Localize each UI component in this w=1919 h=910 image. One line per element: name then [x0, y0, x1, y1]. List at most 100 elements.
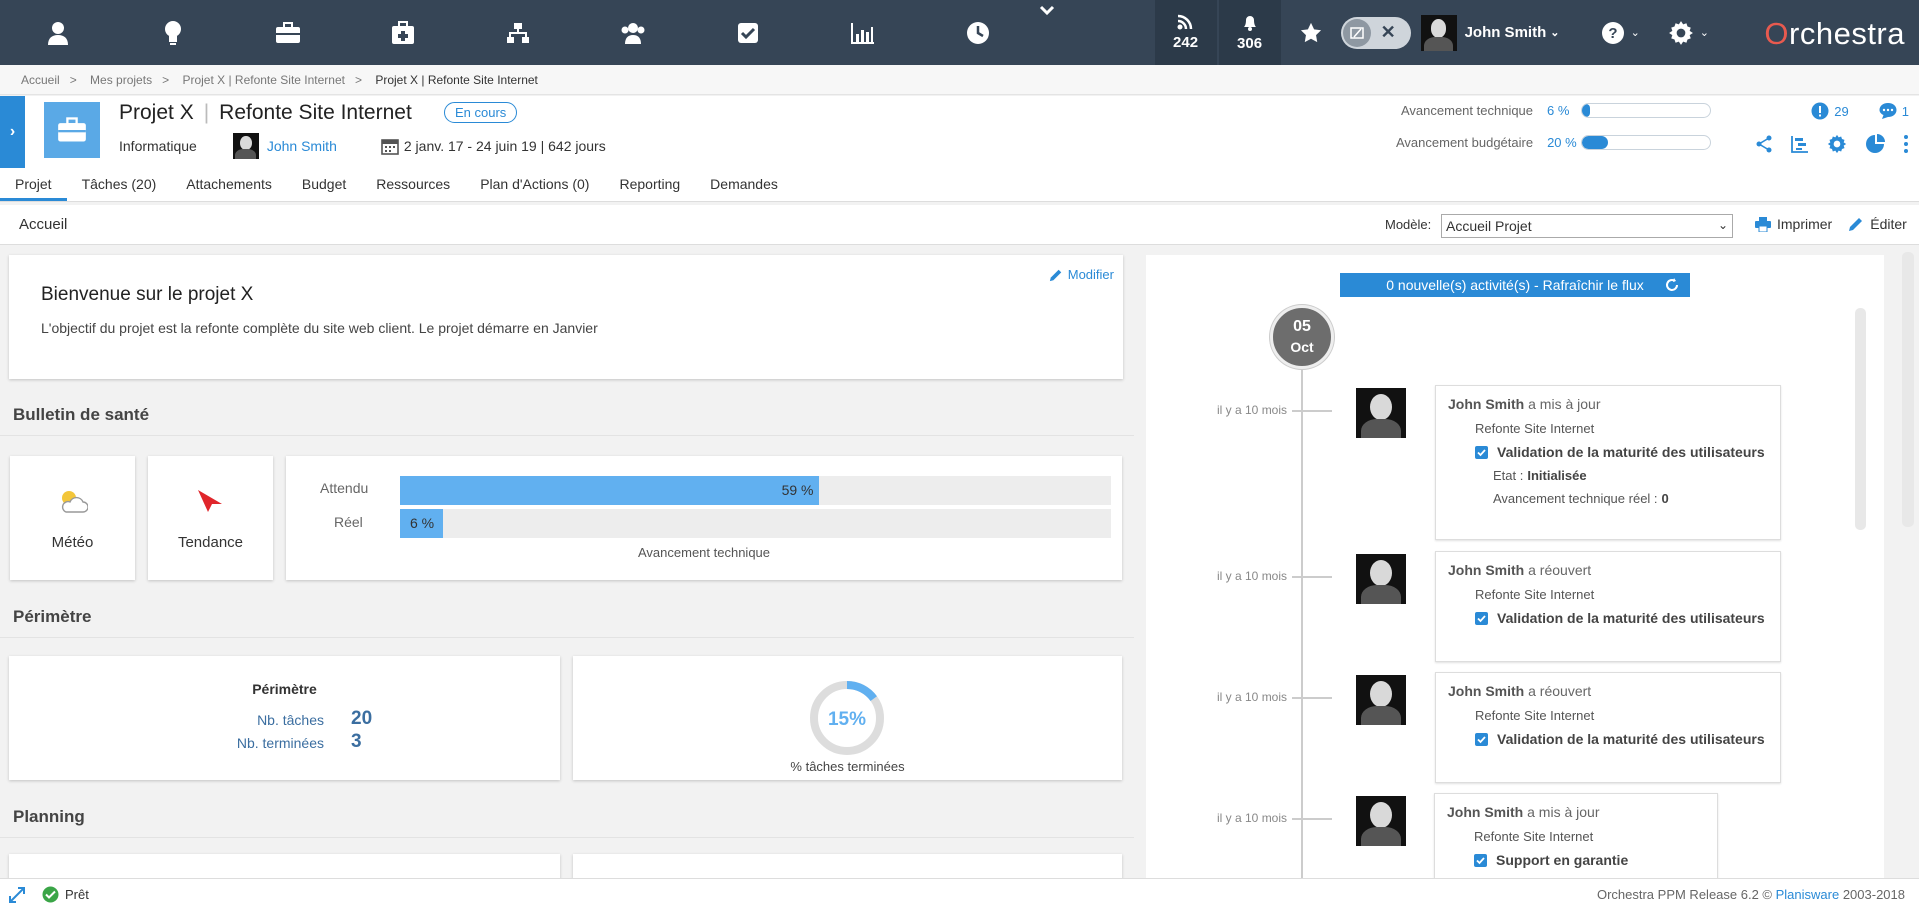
activity-user[interactable]: John Smith	[1448, 683, 1524, 699]
activity-project[interactable]: Refonte Site Internet	[1475, 587, 1768, 602]
edit-button[interactable]: Éditer	[1848, 216, 1907, 232]
settings-menu[interactable]: ⌄	[1668, 20, 1709, 46]
avancement-value: 0	[1661, 491, 1669, 506]
breadcrumb-my-projects[interactable]: Mes projets	[90, 73, 152, 87]
pencil-icon	[1849, 218, 1863, 231]
timeline-connector	[1292, 818, 1332, 820]
welcome-text: L'objectif du projet est la refonte comp…	[41, 320, 598, 336]
chevron-down-icon: ⌄	[1717, 218, 1728, 232]
help-menu[interactable]: ? ⌄	[1601, 21, 1640, 45]
gear-icon[interactable]	[1827, 134, 1847, 154]
project-name: Refonte Site Internet	[219, 101, 412, 124]
activity-project[interactable]: Refonte Site Internet	[1475, 421, 1768, 436]
nav-checkbox-icon[interactable]	[690, 0, 805, 65]
task-check-icon	[1475, 732, 1488, 746]
modele-select[interactable]: Accueil Projet ⌄	[1441, 214, 1733, 238]
status-badge: En cours	[444, 102, 518, 123]
check-circle-icon	[42, 886, 59, 903]
tab-projet[interactable]: Projet	[0, 168, 67, 201]
copyright-text: Orchestra PPM Release 6.2 ©	[1596, 887, 1776, 902]
activity-project[interactable]: Refonte Site Internet	[1475, 708, 1768, 723]
planning-card-left	[9, 854, 560, 878]
gantt-icon[interactable]	[1791, 135, 1809, 153]
nav-lightbulb-icon[interactable]	[115, 0, 230, 65]
modele-label: Modèle:	[1385, 217, 1432, 232]
bell-icon	[1243, 16, 1256, 31]
activity-user[interactable]: John Smith	[1448, 562, 1524, 578]
timeline-connector	[1292, 410, 1332, 412]
project-code: Projet X	[119, 101, 194, 124]
tab-ressources[interactable]: Ressources	[361, 168, 465, 201]
mode-toggle[interactable]: ✕	[1340, 16, 1411, 49]
tab-plan-actions[interactable]: Plan d'Actions (0)	[465, 168, 604, 201]
activity-card: John Smith a mis à jour Refonte Site Int…	[1434, 793, 1718, 878]
activity-task[interactable]: Validation de la maturité des utilisateu…	[1497, 444, 1765, 460]
activity-avatar	[1356, 388, 1406, 438]
activity-task[interactable]: Validation de la maturité des utilisateu…	[1497, 610, 1765, 626]
tab-demandes[interactable]: Demandes	[695, 168, 793, 201]
task-check-icon	[1474, 853, 1487, 867]
activity-card: John Smith a réouvert Refonte Site Inter…	[1435, 551, 1781, 662]
status-text: Prêt	[65, 887, 89, 902]
tab-attachements[interactable]: Attachements	[171, 168, 287, 201]
tab-taches[interactable]: Tâches (20)	[67, 168, 172, 201]
activity-user[interactable]: John Smith	[1448, 396, 1524, 412]
page-scrollbar[interactable]	[1902, 252, 1914, 527]
expected-label: Attendu	[320, 480, 369, 496]
rss-counter[interactable]: 242	[1154, 0, 1217, 65]
activity-task[interactable]: Support en garantie	[1496, 852, 1628, 868]
real-value: 6 %	[410, 515, 435, 531]
nav-clock-icon[interactable]	[920, 0, 1035, 65]
activity-user[interactable]: John Smith	[1447, 804, 1523, 820]
breadcrumb-project[interactable]: Projet X | Refonte Site Internet	[182, 73, 345, 87]
svg-text:?: ?	[1608, 25, 1617, 42]
nav-user-icon[interactable]	[0, 0, 115, 65]
notification-counter[interactable]: 306	[1218, 0, 1281, 65]
dashboard-left-column: Modifier Bienvenue sur le projet X L'obj…	[0, 246, 1134, 878]
alerts-counter[interactable]: 29	[1811, 102, 1849, 120]
nav-team-icon[interactable]	[575, 0, 690, 65]
comments-counter[interactable]: 1	[1879, 102, 1909, 120]
budget-progress-value: 20 %	[1547, 135, 1577, 150]
nav-briefcase-icon[interactable]	[230, 0, 345, 65]
progress-caption: Avancement technique	[637, 545, 771, 560]
planisware-link[interactable]: Planisware	[1776, 887, 1840, 902]
scope-card: Périmètre Nb. tâches 20 Nb. terminées 3	[9, 656, 560, 780]
nav-hierarchy-icon[interactable]	[460, 0, 575, 65]
tech-progress-fill	[1582, 104, 1590, 117]
chevron-down-icon[interactable]	[1038, 2, 1056, 20]
favorites-star-icon[interactable]	[1281, 22, 1341, 44]
nav-portfolio-icon[interactable]	[345, 0, 460, 65]
budget-progress-label: Avancement budgétaire	[1396, 135, 1534, 150]
progress-card: Attendu 59 % Réel 6 % Avancement techniq…	[286, 456, 1122, 580]
done-donut-chart: 15%	[810, 681, 884, 755]
modify-button[interactable]: Modifier	[1049, 267, 1114, 282]
project-dates: 2 janv. 17 - 24 juin 19 | 642 jours	[403, 138, 606, 154]
etat-label: Etat :	[1493, 468, 1524, 483]
pie-chart-icon[interactable]	[1865, 134, 1885, 154]
page-title: Projet X | Refonte Site Internet	[119, 101, 412, 124]
print-button[interactable]: Imprimer	[1755, 216, 1832, 232]
feed-scrollbar[interactable]	[1855, 308, 1866, 530]
expand-arrows-icon[interactable]	[8, 886, 26, 904]
project-owner-link[interactable]: John Smith	[267, 138, 337, 154]
activity-feed: 0 nouvelle(s) activité(s) - Rafraîchir l…	[1146, 255, 1884, 878]
print-label: Imprimer	[1777, 216, 1833, 232]
user-menu[interactable]: John Smith ⌄	[1420, 14, 1581, 51]
nav-chart-icon[interactable]	[805, 0, 920, 65]
breadcrumb-home[interactable]: Accueil	[21, 73, 60, 87]
tab-budget[interactable]: Budget	[287, 168, 361, 201]
main-nav	[0, 0, 1035, 65]
share-icon[interactable]	[1755, 135, 1773, 153]
done-donut-card: 15% % tâches terminées	[573, 656, 1122, 780]
refresh-feed-button[interactable]: 0 nouvelle(s) activité(s) - Rafraîchir l…	[1340, 273, 1690, 297]
expand-panel-button[interactable]: ›	[0, 96, 25, 168]
tab-reporting[interactable]: Reporting	[604, 168, 695, 201]
meteo-label: Météo	[51, 534, 94, 551]
activity-time: il y a 10 mois	[1217, 403, 1288, 417]
activity-project[interactable]: Refonte Site Internet	[1474, 829, 1705, 844]
more-vertical-icon[interactable]	[1903, 134, 1909, 154]
dashboard-title: Accueil	[19, 216, 68, 233]
trend-arrow-icon	[198, 490, 222, 512]
activity-task[interactable]: Validation de la maturité des utilisateu…	[1497, 731, 1765, 747]
